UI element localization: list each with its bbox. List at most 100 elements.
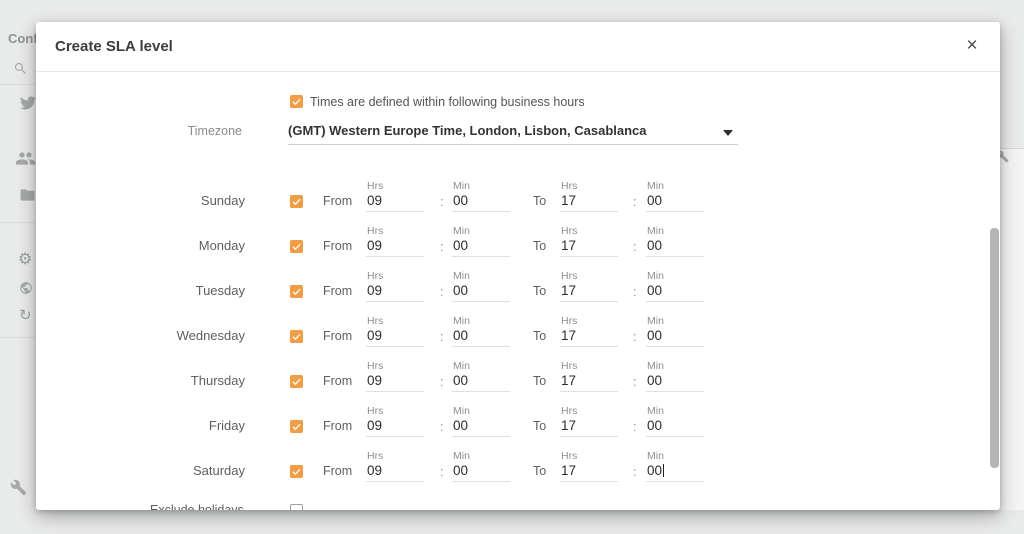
to-minutes-field[interactable]: Min 00: [646, 225, 704, 259]
from-minutes-value[interactable]: 00: [453, 328, 468, 343]
background-panel: [1000, 148, 1024, 510]
field-underline: [560, 436, 618, 437]
exclude-holidays-checkbox[interactable]: [290, 504, 303, 510]
from-hours-value[interactable]: 09: [367, 328, 382, 343]
from-hours-field[interactable]: Hrs 09: [366, 360, 424, 394]
to-minutes-field[interactable]: Min 00: [646, 405, 704, 439]
hrs-caption: Hrs: [367, 450, 383, 462]
to-minutes-value[interactable]: 00: [647, 418, 662, 433]
from-hours-field[interactable]: Hrs 09: [366, 225, 424, 259]
field-underline: [366, 481, 424, 482]
from-minutes-field[interactable]: Min 00: [452, 180, 510, 214]
day-enabled-checkbox[interactable]: [290, 285, 303, 298]
refresh-icon[interactable]: ↻: [19, 306, 32, 324]
from-hours-value[interactable]: 09: [367, 418, 382, 433]
from-minutes-value[interactable]: 00: [453, 238, 468, 253]
to-minutes-field[interactable]: Min 00: [646, 360, 704, 394]
from-minutes-value[interactable]: 00: [453, 283, 468, 298]
to-hours-value[interactable]: 17: [561, 283, 576, 298]
globe-icon[interactable]: [19, 281, 33, 295]
from-minutes-value[interactable]: 00: [453, 463, 468, 478]
to-minutes-value[interactable]: 00: [647, 463, 664, 478]
field-underline: [646, 391, 704, 392]
from-minutes-field[interactable]: Min 00: [452, 450, 510, 484]
folder-icon[interactable]: [19, 188, 36, 202]
from-hours-value[interactable]: 09: [367, 238, 382, 253]
to-hours-field[interactable]: Hrs 17: [560, 360, 618, 394]
to-minutes-value[interactable]: 00: [647, 328, 662, 343]
gear-icon[interactable]: ⚙: [18, 249, 32, 268]
to-hours-value[interactable]: 17: [561, 418, 576, 433]
from-hours-field[interactable]: Hrs 09: [366, 270, 424, 304]
to-minutes-field[interactable]: Min 00: [646, 270, 704, 304]
sidebar-divider: [0, 84, 36, 85]
day-enabled-checkbox[interactable]: [290, 420, 303, 433]
hrs-caption: Hrs: [561, 180, 577, 192]
to-hours-value[interactable]: 17: [561, 238, 576, 253]
from-minutes-field[interactable]: Min 00: [452, 225, 510, 259]
day-label: Friday: [76, 418, 245, 433]
from-hours-value[interactable]: 09: [367, 463, 382, 478]
from-minutes-field[interactable]: Min 00: [452, 270, 510, 304]
from-minutes-value[interactable]: 00: [453, 418, 468, 433]
day-enabled-checkbox[interactable]: [290, 330, 303, 343]
agents-icon[interactable]: [15, 151, 36, 166]
field-underline: [452, 481, 510, 482]
from-hours-field[interactable]: Hrs 09: [366, 450, 424, 484]
wrench-icon[interactable]: [10, 479, 27, 496]
colon-separator: :: [633, 240, 636, 254]
from-hours-field[interactable]: Hrs 09: [366, 405, 424, 439]
to-hours-value[interactable]: 17: [561, 373, 576, 388]
to-label: To: [533, 329, 546, 343]
timezone-select[interactable]: (GMT) Western Europe Time, London, Lisbo…: [288, 121, 738, 145]
min-caption: Min: [647, 225, 664, 237]
field-underline: [452, 346, 510, 347]
from-hours-field[interactable]: Hrs 09: [366, 180, 424, 214]
to-minutes-value[interactable]: 00: [647, 373, 662, 388]
from-minutes-field[interactable]: Min 00: [452, 315, 510, 349]
to-hours-field[interactable]: Hrs 17: [560, 225, 618, 259]
colon-separator: :: [440, 420, 443, 434]
field-underline: [646, 211, 704, 212]
to-hours-field[interactable]: Hrs 17: [560, 270, 618, 304]
close-icon[interactable]: ×: [958, 22, 986, 72]
to-label: To: [533, 239, 546, 253]
colon-separator: :: [440, 330, 443, 344]
colon-separator: :: [633, 375, 636, 389]
field-underline: [452, 391, 510, 392]
twitter-icon[interactable]: [19, 95, 37, 111]
day-enabled-checkbox[interactable]: [290, 375, 303, 388]
to-hours-field[interactable]: Hrs 17: [560, 315, 618, 349]
day-enabled-checkbox[interactable]: [290, 240, 303, 253]
to-minutes-field[interactable]: Min 00: [646, 180, 704, 214]
day-enabled-checkbox[interactable]: [290, 465, 303, 478]
from-hours-value[interactable]: 09: [367, 193, 382, 208]
search-icon[interactable]: [13, 61, 28, 76]
min-caption: Min: [453, 450, 470, 462]
to-hours-value[interactable]: 17: [561, 193, 576, 208]
day-label: Tuesday: [76, 283, 245, 298]
from-hours-value[interactable]: 09: [367, 283, 382, 298]
from-hours-value[interactable]: 09: [367, 373, 382, 388]
modal-scrollbar[interactable]: [990, 228, 999, 468]
to-minutes-field[interactable]: Min 00: [646, 450, 704, 484]
from-minutes-value[interactable]: 00: [453, 193, 468, 208]
to-minutes-value[interactable]: 00: [647, 238, 662, 253]
day-enabled-checkbox[interactable]: [290, 195, 303, 208]
to-hours-field[interactable]: Hrs 17: [560, 450, 618, 484]
from-minutes-field[interactable]: Min 00: [452, 405, 510, 439]
to-minutes-value[interactable]: 00: [647, 283, 662, 298]
from-minutes-value[interactable]: 00: [453, 373, 468, 388]
to-minutes-field[interactable]: Min 00: [646, 315, 704, 349]
to-label: To: [533, 194, 546, 208]
from-hours-field[interactable]: Hrs 09: [366, 315, 424, 349]
day-label: Thursday: [76, 373, 245, 388]
min-caption: Min: [647, 315, 664, 327]
from-minutes-field[interactable]: Min 00: [452, 360, 510, 394]
to-hours-value[interactable]: 17: [561, 463, 576, 478]
business-hours-checkbox[interactable]: [290, 95, 303, 108]
to-hours-field[interactable]: Hrs 17: [560, 405, 618, 439]
to-hours-field[interactable]: Hrs 17: [560, 180, 618, 214]
to-hours-value[interactable]: 17: [561, 328, 576, 343]
to-minutes-value[interactable]: 00: [647, 193, 662, 208]
